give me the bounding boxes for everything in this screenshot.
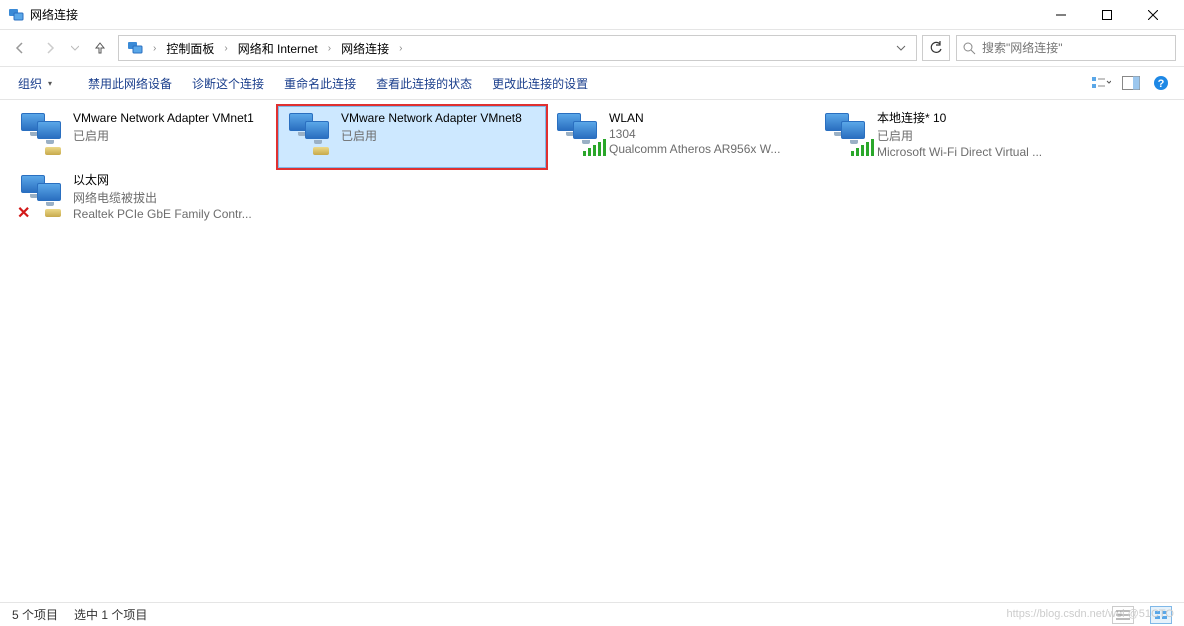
adapter-item[interactable]: 本地连接* 10已启用Microsoft Wi-Fi Direct Virtua… [814, 106, 1082, 168]
adapter-status: 网络电缆被拔出 [73, 189, 252, 206]
search-box[interactable] [956, 35, 1176, 61]
search-icon [963, 42, 976, 55]
organize-menu[interactable]: 组织 [10, 71, 60, 96]
recent-dropdown[interactable] [68, 36, 82, 60]
forward-button[interactable] [38, 36, 62, 60]
preview-pane-button[interactable] [1118, 70, 1144, 96]
network-adapter-icon [285, 111, 333, 159]
adapter-detail: Realtek PCIe GbE Family Contr... [73, 207, 252, 221]
adapter-name: VMware Network Adapter VMnet1 [73, 111, 254, 126]
breadcrumb-item[interactable]: 网络连接 [337, 38, 393, 59]
adapter-item[interactable]: VMware Network Adapter VMnet1已启用 [10, 106, 278, 168]
diagnose-button[interactable]: 诊断这个连接 [184, 71, 272, 96]
address-bar[interactable]: › 控制面板 › 网络和 Internet › 网络连接 › [118, 35, 917, 61]
details-view-button[interactable] [1112, 606, 1134, 624]
adapter-status: 已启用 [877, 127, 1042, 144]
window-buttons [1038, 0, 1176, 30]
item-count: 5 个项目 [12, 606, 58, 623]
refresh-button[interactable] [922, 35, 950, 61]
app-icon [8, 7, 24, 23]
network-adapter-icon [17, 111, 65, 159]
address-dropdown[interactable] [890, 43, 912, 53]
navbar: › 控制面板 › 网络和 Internet › 网络连接 › [0, 30, 1184, 66]
adapter-name: WLAN [609, 111, 780, 126]
adapter-list: VMware Network Adapter VMnet1已启用VMware N… [0, 100, 1184, 602]
adapter-status: 1304 [609, 127, 780, 141]
adapter-name: 以太网 [73, 173, 252, 188]
network-adapter-icon: ✕ [17, 173, 65, 221]
maximize-button[interactable] [1084, 0, 1130, 30]
chevron-right-icon[interactable]: › [326, 43, 333, 54]
view-options-button[interactable] [1088, 70, 1114, 96]
adapter-name: VMware Network Adapter VMnet8 [341, 111, 522, 126]
search-input[interactable] [982, 41, 1169, 55]
adapter-name: 本地连接* 10 [877, 111, 1042, 126]
status-bar: 5 个项目 选中 1 个项目 [0, 602, 1184, 626]
adapter-item[interactable]: WLAN1304Qualcomm Atheros AR956x W... [546, 106, 814, 168]
rename-button[interactable]: 重命名此连接 [276, 71, 364, 96]
view-status-button[interactable]: 查看此连接的状态 [368, 71, 480, 96]
adapter-item[interactable]: ✕ 以太网网络电缆被拔出Realtek PCIe GbE Family Contr… [10, 168, 278, 230]
minimize-button[interactable] [1038, 0, 1084, 30]
adapter-status: 已启用 [73, 127, 254, 144]
breadcrumb-item[interactable]: 网络和 Internet [234, 38, 322, 59]
large-icons-view-button[interactable] [1150, 606, 1172, 624]
titlebar: 网络连接 [0, 0, 1184, 30]
svg-text:?: ? [1158, 78, 1165, 90]
disable-device-button[interactable]: 禁用此网络设备 [80, 71, 180, 96]
selected-count: 选中 1 个项目 [74, 606, 147, 623]
change-settings-button[interactable]: 更改此连接的设置 [484, 71, 596, 96]
network-adapter-icon [821, 111, 869, 159]
adapter-detail: Qualcomm Atheros AR956x W... [609, 142, 780, 156]
close-button[interactable] [1130, 0, 1176, 30]
adapter-item[interactable]: VMware Network Adapter VMnet8已启用 [278, 106, 546, 168]
command-bar: 组织 禁用此网络设备 诊断这个连接 重命名此连接 查看此连接的状态 更改此连接的… [0, 66, 1184, 100]
window-title: 网络连接 [30, 6, 1038, 23]
breadcrumb-item[interactable]: 控制面板 [162, 38, 218, 59]
adapter-detail: Microsoft Wi-Fi Direct Virtual ... [877, 145, 1042, 159]
help-button[interactable]: ? [1148, 70, 1174, 96]
location-icon [127, 40, 143, 56]
network-adapter-icon [553, 111, 601, 159]
chevron-right-icon[interactable]: › [397, 43, 404, 54]
chevron-right-icon[interactable]: › [222, 43, 229, 54]
chevron-right-icon[interactable]: › [151, 43, 158, 54]
adapter-status: 已启用 [341, 127, 522, 144]
up-button[interactable] [88, 36, 112, 60]
back-button[interactable] [8, 36, 32, 60]
